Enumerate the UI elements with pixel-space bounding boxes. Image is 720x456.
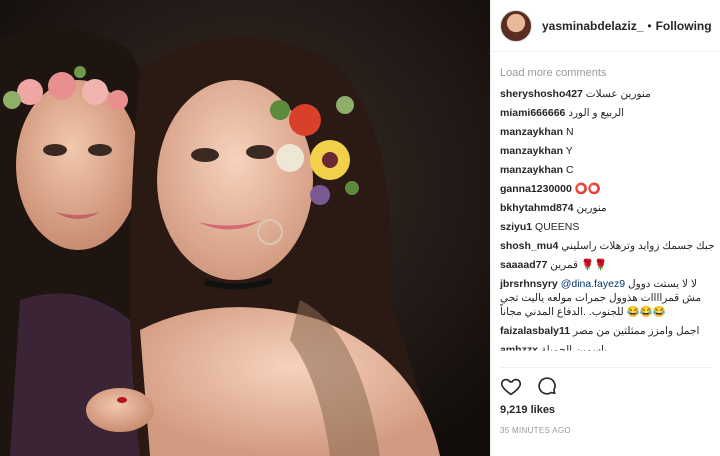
comment-mention-link[interactable]: @dina.fayez9	[561, 278, 625, 290]
separator-dot: •	[647, 18, 652, 33]
comment-text: مو عاجبك جسمك زوايد وترهلات راسليني	[561, 240, 714, 252]
load-more-comments-link[interactable]: Load more comments	[500, 64, 714, 82]
username-link[interactable]: yasminabdelaziz_	[542, 19, 643, 33]
comment: manzaykhan N	[500, 123, 714, 142]
comment-text: اجمل وامزز ممثلتين من مصر	[572, 325, 700, 337]
comment-text: منورين	[576, 202, 607, 214]
comment: manzaykhan C	[500, 161, 714, 180]
heart-outline-icon[interactable]	[500, 375, 522, 397]
comment: manzaykhan Y	[500, 142, 714, 161]
comments-list: Load more comments sheryshosho427 منورين…	[500, 64, 714, 364]
action-bar	[500, 375, 558, 397]
post-side-panel: yasminabdelaziz_ • Following Load more com…	[491, 0, 720, 456]
comment: ganna1230000 ⭕⭕	[500, 180, 714, 199]
comment-text: ياسمين الجميلة	[540, 344, 608, 356]
comment-text: ⭕⭕	[574, 183, 601, 195]
comment-username[interactable]: faizalasbaly11	[500, 325, 570, 337]
comment-username[interactable]: manzaykhan	[500, 126, 563, 138]
comment-username[interactable]: bkhytahmd874	[500, 202, 574, 214]
comment: shosh_mu4 مو عاجبك جسمك زوايد وترهلات را…	[500, 237, 714, 256]
likes-count[interactable]: 9,219 likes	[500, 404, 555, 416]
following-button[interactable]: Following	[656, 19, 712, 33]
header-text: yasminabdelaziz_ • Following	[542, 19, 712, 33]
comment-text: QUEENS	[535, 221, 580, 233]
comment-text: N	[565, 126, 574, 138]
comment-username[interactable]: miami666666	[500, 107, 565, 119]
comment-username[interactable]: jbrsrhnsyry	[500, 278, 558, 290]
comment-username[interactable]: saaaad77	[500, 259, 547, 271]
comment-text: Y	[565, 145, 573, 157]
comment: faizalasbaly11 اجمل وامزز ممثلتين من مصر	[500, 322, 714, 341]
comment: sziyu1 QUEENS	[500, 218, 714, 237]
post-timestamp[interactable]: 35 MINUTES AGO	[500, 426, 571, 435]
comment: miami666666 الربيع و الورد	[500, 104, 714, 123]
comment-text: الربيع و الورد	[568, 107, 625, 119]
post-photo[interactable]	[0, 0, 490, 456]
comment: saaaad77 قمرين 🌹🌹	[500, 256, 714, 275]
comment-text: قمرين 🌹🌹	[550, 259, 608, 271]
comment-text: منورين عسلات	[585, 88, 651, 100]
comment-username[interactable]: sheryshosho427	[500, 88, 583, 100]
comment: amhzzx ياسمين الجميلة	[500, 341, 714, 356]
post-header: yasminabdelaziz_ • Following	[491, 0, 720, 52]
comment-username[interactable]: shosh_mu4	[500, 240, 558, 252]
comment-username[interactable]: amhzzx	[500, 344, 538, 351]
comment-username[interactable]: sziyu1	[500, 221, 532, 233]
comment: sheryshosho427 منورين عسلات	[500, 85, 714, 104]
comment-username[interactable]: manzaykhan	[500, 145, 563, 157]
speech-bubble-icon[interactable]	[536, 375, 558, 397]
comment: bkhytahmd874 منورين	[500, 199, 714, 218]
avatar[interactable]	[500, 9, 532, 42]
comment-text: C	[565, 164, 574, 176]
actions-divider	[500, 367, 712, 368]
comment-username[interactable]: ganna1230000	[500, 183, 572, 195]
comment-username[interactable]: manzaykhan	[500, 164, 563, 176]
comment: jbrsrhnsyry @dina.fayez9 لا لا يستت دوول…	[500, 277, 714, 319]
